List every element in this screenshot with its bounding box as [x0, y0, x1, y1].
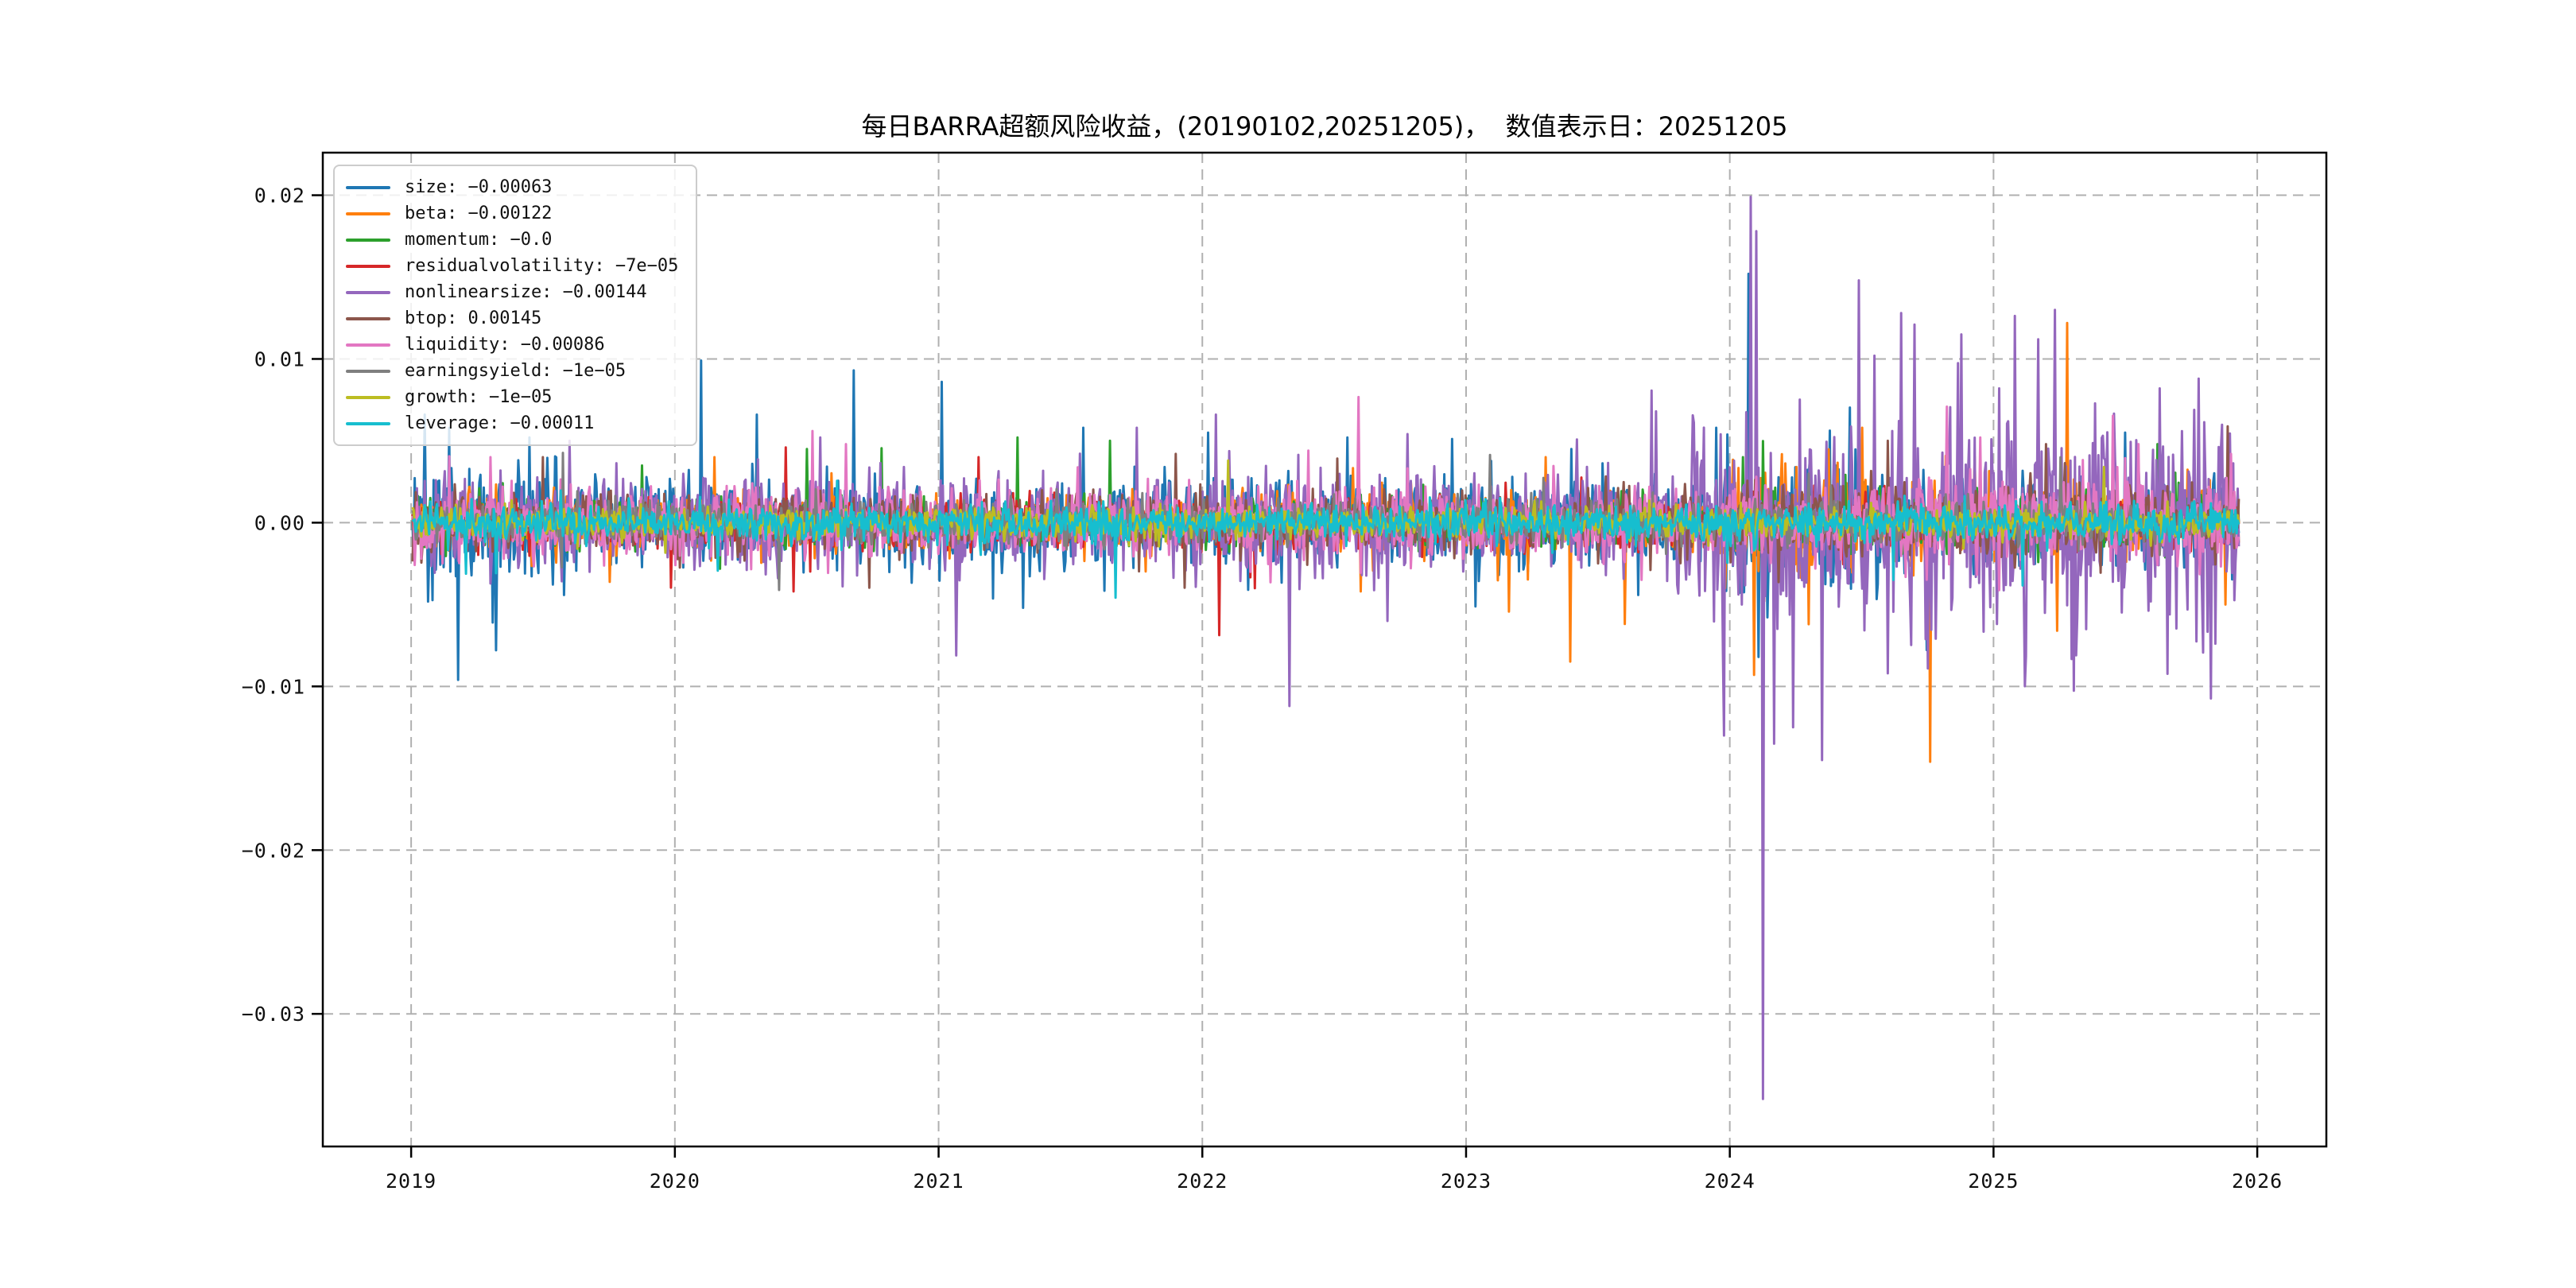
x-tick-label: 2023 — [1441, 1170, 1492, 1193]
legend-item-label: liquidity: −0.00086 — [405, 335, 605, 355]
legend-line-swatch — [346, 290, 390, 294]
legend-item-earningsyield: earningsyield: −1e−05 — [346, 358, 678, 384]
legend-item-label: nonlinearsize: −0.00144 — [405, 282, 647, 302]
legend-item-residualvolatility: residualvolatility: −7e−05 — [346, 253, 678, 279]
x-tick-label: 2026 — [2232, 1170, 2283, 1193]
legend-item-liquidity: liquidity: −0.00086 — [346, 332, 678, 358]
y-tick-label: −0.02 — [242, 839, 305, 862]
legend-item-label: btop: 0.00145 — [405, 308, 542, 328]
y-tick-label: −0.03 — [242, 1003, 305, 1026]
legend-line-swatch — [346, 185, 390, 189]
legend-item-label: residualvolatility: −7e−05 — [405, 256, 679, 276]
legend-line-swatch — [346, 421, 390, 425]
legend-item-label: size: −0.00063 — [405, 177, 553, 197]
legend-line-swatch — [346, 211, 390, 215]
legend-item-label: leverage: −0.00011 — [405, 413, 595, 433]
legend-item-momentum: momentum: −0.0 — [346, 227, 678, 253]
legend-box: size: −0.00063 beta: −0.00122 momentum: −0… — [333, 165, 698, 446]
legend-item-leverage: leverage: −0.00011 — [346, 410, 678, 436]
y-tick-label: 0.02 — [254, 184, 305, 208]
legend-line-swatch — [346, 369, 390, 373]
legend-item-growth: growth: −1e−05 — [346, 384, 678, 410]
y-tick-label: 0.00 — [254, 511, 305, 534]
x-tick-label: 2021 — [913, 1170, 964, 1193]
legend-line-swatch — [346, 395, 390, 399]
legend-item-label: growth: −1e−05 — [405, 387, 553, 407]
legend-item-label: momentum: −0.0 — [405, 230, 553, 250]
y-tick-label: 0.01 — [254, 347, 305, 370]
x-tick-label: 2019 — [386, 1170, 436, 1193]
legend-line-swatch — [346, 264, 390, 268]
legend-line-swatch — [346, 238, 390, 242]
figure: 每日BARRA超额风险收益，(20190102,20251205)， 数值表示日… — [0, 0, 2576, 1288]
x-tick-label: 2025 — [1968, 1170, 2019, 1193]
y-tick-label: −0.01 — [242, 675, 305, 698]
legend-item-label: earningsyield: −1e−05 — [405, 361, 627, 381]
x-tick-label: 2022 — [1177, 1170, 1228, 1193]
x-tick-label: 2024 — [1705, 1170, 1755, 1193]
x-tick-label: 2020 — [650, 1170, 700, 1193]
legend-item-beta: beta: −0.00122 — [346, 200, 678, 227]
legend-item-label: beta: −0.00122 — [405, 204, 553, 223]
legend-item-btop: btop: 0.00145 — [346, 305, 678, 332]
legend-line-swatch — [346, 343, 390, 347]
legend-line-swatch — [346, 316, 390, 320]
legend-item-size: size: −0.00063 — [346, 174, 678, 200]
legend-item-nonlinearsize: nonlinearsize: −0.00144 — [346, 279, 678, 305]
